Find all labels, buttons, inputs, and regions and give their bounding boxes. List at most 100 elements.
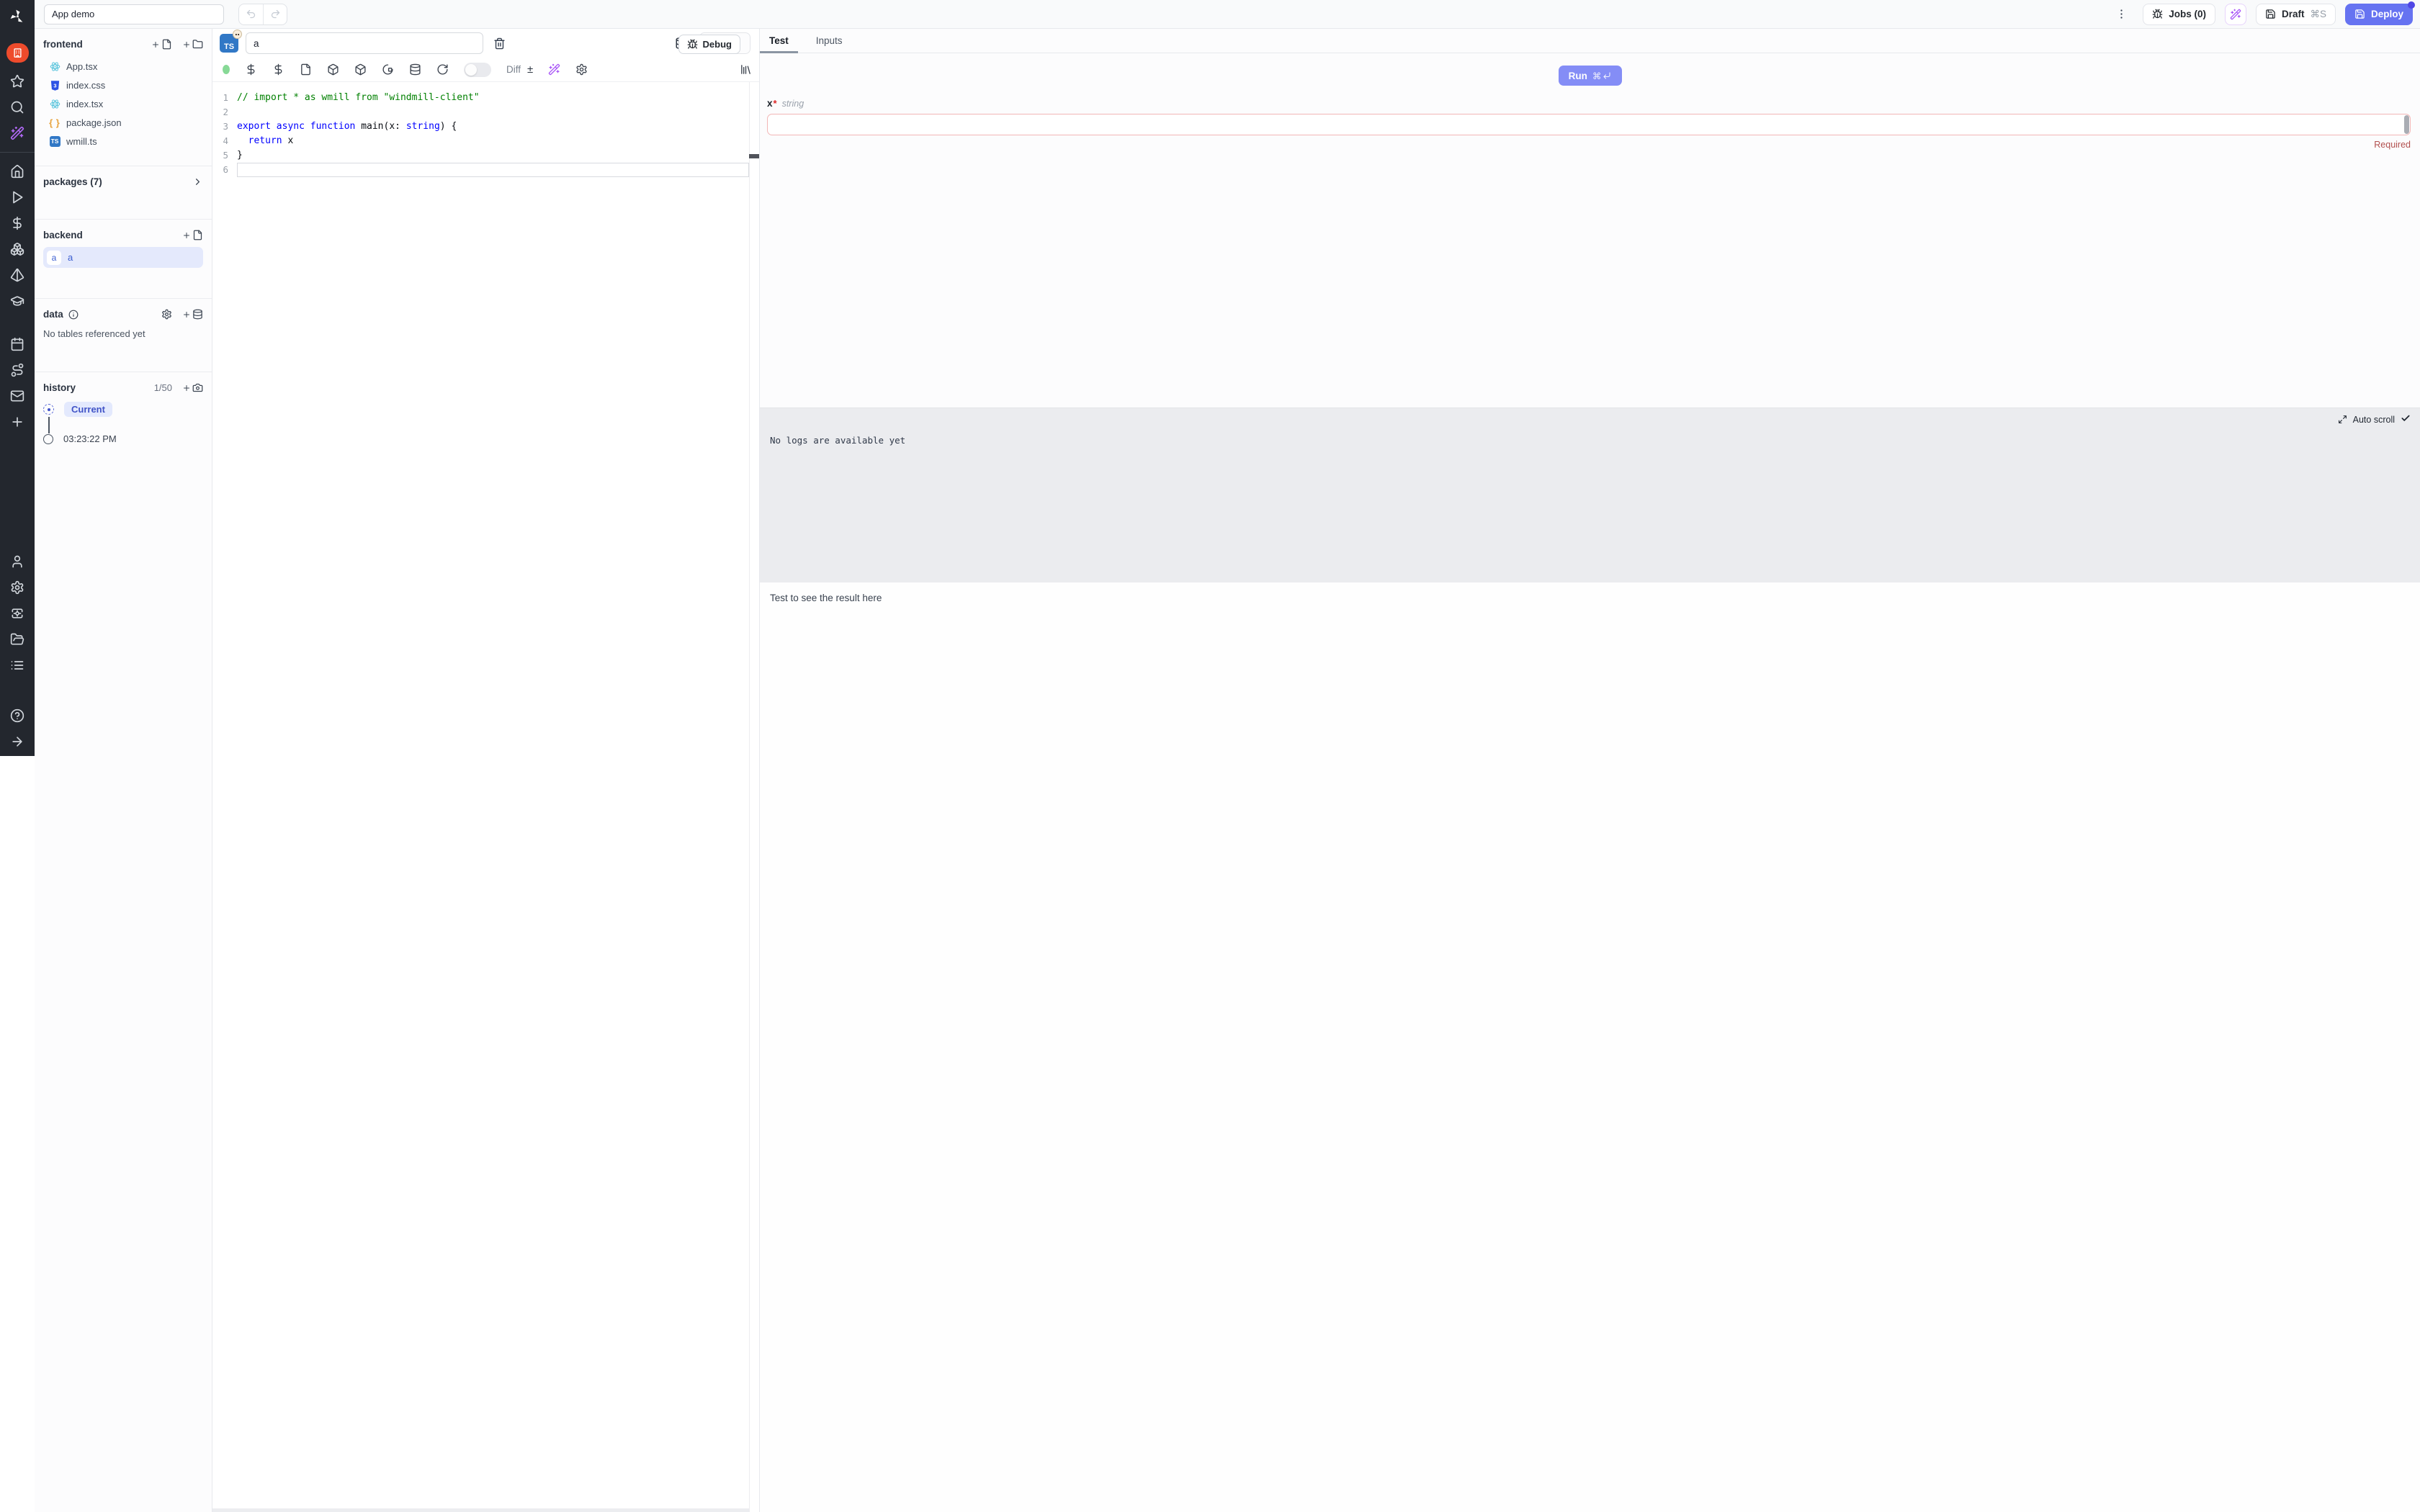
- file-item[interactable]: index.css: [43, 76, 203, 94]
- backend-item-selected[interactable]: a a: [43, 247, 203, 268]
- settings-gear-icon[interactable]: [10, 580, 24, 595]
- json-braces-icon: { }: [49, 117, 60, 128]
- workspace-badge[interactable]: [6, 43, 29, 63]
- collapse-arrow-icon[interactable]: [10, 734, 24, 749]
- app-name-input[interactable]: [44, 4, 224, 24]
- code-token: export async function: [237, 121, 355, 132]
- package-icon[interactable]: [327, 63, 339, 76]
- runnable-badge: a: [47, 251, 61, 265]
- packages-expand-button[interactable]: [192, 176, 203, 187]
- code-line[interactable]: 4 return x: [212, 134, 759, 148]
- triggers-pyramid-icon[interactable]: [10, 268, 24, 282]
- file-item[interactable]: TS wmill.ts: [43, 132, 203, 150]
- folder-icon: [192, 39, 203, 50]
- data-settings-button[interactable]: [161, 309, 172, 320]
- line-number: 5: [212, 148, 237, 163]
- check-icon[interactable]: [2401, 413, 2411, 426]
- resources-boxes-icon[interactable]: [10, 242, 24, 256]
- line-number: 4: [212, 134, 237, 148]
- draft-shortcut: ⌘S: [2310, 9, 2326, 20]
- redo-button[interactable]: [263, 4, 287, 24]
- x-argument-input[interactable]: [767, 114, 2411, 135]
- more-menu-icon[interactable]: [2115, 8, 2128, 20]
- cache-icon[interactable]: [382, 63, 394, 76]
- script-name-input[interactable]: [246, 32, 483, 54]
- script-file-icon[interactable]: [300, 63, 312, 76]
- ai-wand-icon[interactable]: [548, 63, 560, 76]
- flows-route-icon[interactable]: [10, 363, 24, 377]
- typescript-bun-icon[interactable]: TS: [220, 34, 238, 53]
- search-icon[interactable]: [10, 100, 24, 114]
- ai-wand-icon[interactable]: [10, 126, 24, 140]
- help-icon[interactable]: [10, 708, 24, 723]
- library-icon[interactable]: [740, 63, 759, 76]
- code-line[interactable]: 5 }: [212, 148, 759, 163]
- data-info-icon[interactable]: [68, 310, 79, 320]
- schedules-calendar-icon[interactable]: [10, 337, 24, 351]
- history-section: history 1/50 Current 03:23:22 PM: [35, 372, 212, 444]
- add-snapshot-button[interactable]: [182, 382, 203, 393]
- code-line-current[interactable]: 6: [212, 163, 759, 177]
- tab-inputs[interactable]: Inputs: [807, 29, 852, 53]
- auto-scroll-label[interactable]: Auto scroll: [2353, 415, 2395, 425]
- data-title: data: [43, 309, 63, 320]
- camera-icon: [192, 382, 203, 393]
- workers-server-icon[interactable]: [10, 606, 24, 621]
- package-icon-2[interactable]: [354, 63, 367, 76]
- editor-horizontal-scrollbar[interactable]: [212, 1508, 749, 1512]
- delete-script-button[interactable]: [493, 37, 506, 50]
- add-runnable-button[interactable]: [182, 230, 203, 240]
- code-editor[interactable]: 1 // import * as wmill from "windmill-cl…: [212, 82, 759, 1512]
- database-icon: [192, 309, 203, 320]
- file-item[interactable]: index.tsx: [43, 94, 203, 113]
- resource-dollar-icon[interactable]: [272, 63, 284, 76]
- add-folder-button[interactable]: [182, 39, 203, 50]
- undo-button[interactable]: [239, 4, 263, 24]
- current-version-chip[interactable]: Current: [64, 402, 112, 417]
- version-dot[interactable]: [43, 434, 53, 444]
- editor-settings-gear-icon[interactable]: [575, 63, 588, 76]
- audit-list-icon[interactable]: [10, 658, 24, 672]
- jobs-label: Jobs (0): [2169, 9, 2206, 19]
- variables-dollar-icon[interactable]: [10, 216, 24, 230]
- css3-icon: [49, 79, 60, 91]
- user-icon[interactable]: [10, 554, 24, 569]
- result-panel: Test to see the result here: [760, 582, 2420, 1512]
- draft-button[interactable]: Draft ⌘S: [2256, 4, 2336, 25]
- debug-button[interactable]: Debug: [678, 35, 740, 54]
- deploy-button[interactable]: Deploy: [2345, 4, 2413, 25]
- toolbar-toggle[interactable]: [464, 63, 491, 77]
- variable-dollar-icon[interactable]: [245, 63, 257, 76]
- ai-assistant-button[interactable]: [2225, 4, 2246, 25]
- file-item[interactable]: App.tsx: [43, 57, 203, 76]
- expand-icon[interactable]: [2338, 415, 2347, 424]
- favorites-star-icon[interactable]: [10, 74, 24, 89]
- add-database-button[interactable]: [182, 309, 203, 320]
- learn-cap-icon[interactable]: [10, 294, 24, 308]
- frontend-file-list: App.tsx index.css index.tsx { } package.…: [43, 57, 203, 150]
- jobs-button[interactable]: Jobs (0): [2143, 4, 2215, 25]
- home-icon[interactable]: [10, 164, 24, 179]
- test-panel: Test Inputs Run ⌘ x * string Required Au…: [760, 29, 2420, 1512]
- windmill-logo[interactable]: [0, 0, 35, 33]
- code-line[interactable]: 2: [212, 105, 759, 120]
- packages-title: packages (7): [43, 176, 102, 187]
- mail-icon[interactable]: [10, 389, 24, 403]
- diff-plusminus-icon[interactable]: ±: [527, 63, 533, 76]
- code-token: [237, 135, 248, 146]
- code-line[interactable]: 3 export async function main(x: string) …: [212, 120, 759, 134]
- tab-test[interactable]: Test: [760, 29, 798, 53]
- rail-divider: [0, 152, 35, 153]
- database-icon[interactable]: [409, 63, 421, 76]
- editor-overview-ruler[interactable]: [749, 82, 759, 1512]
- file-item[interactable]: { } package.json: [43, 113, 203, 132]
- folders-icon[interactable]: [10, 632, 24, 647]
- reload-icon[interactable]: [436, 63, 449, 76]
- add-file-button[interactable]: [151, 39, 172, 50]
- input-scrollbar-thumb[interactable]: [2404, 115, 2409, 134]
- add-plus-icon[interactable]: [10, 415, 24, 429]
- runs-play-icon[interactable]: [10, 190, 24, 204]
- required-error-text: Required: [767, 140, 2411, 150]
- code-line[interactable]: 1 // import * as wmill from "windmill-cl…: [212, 91, 759, 105]
- run-button[interactable]: Run ⌘: [1559, 66, 1622, 86]
